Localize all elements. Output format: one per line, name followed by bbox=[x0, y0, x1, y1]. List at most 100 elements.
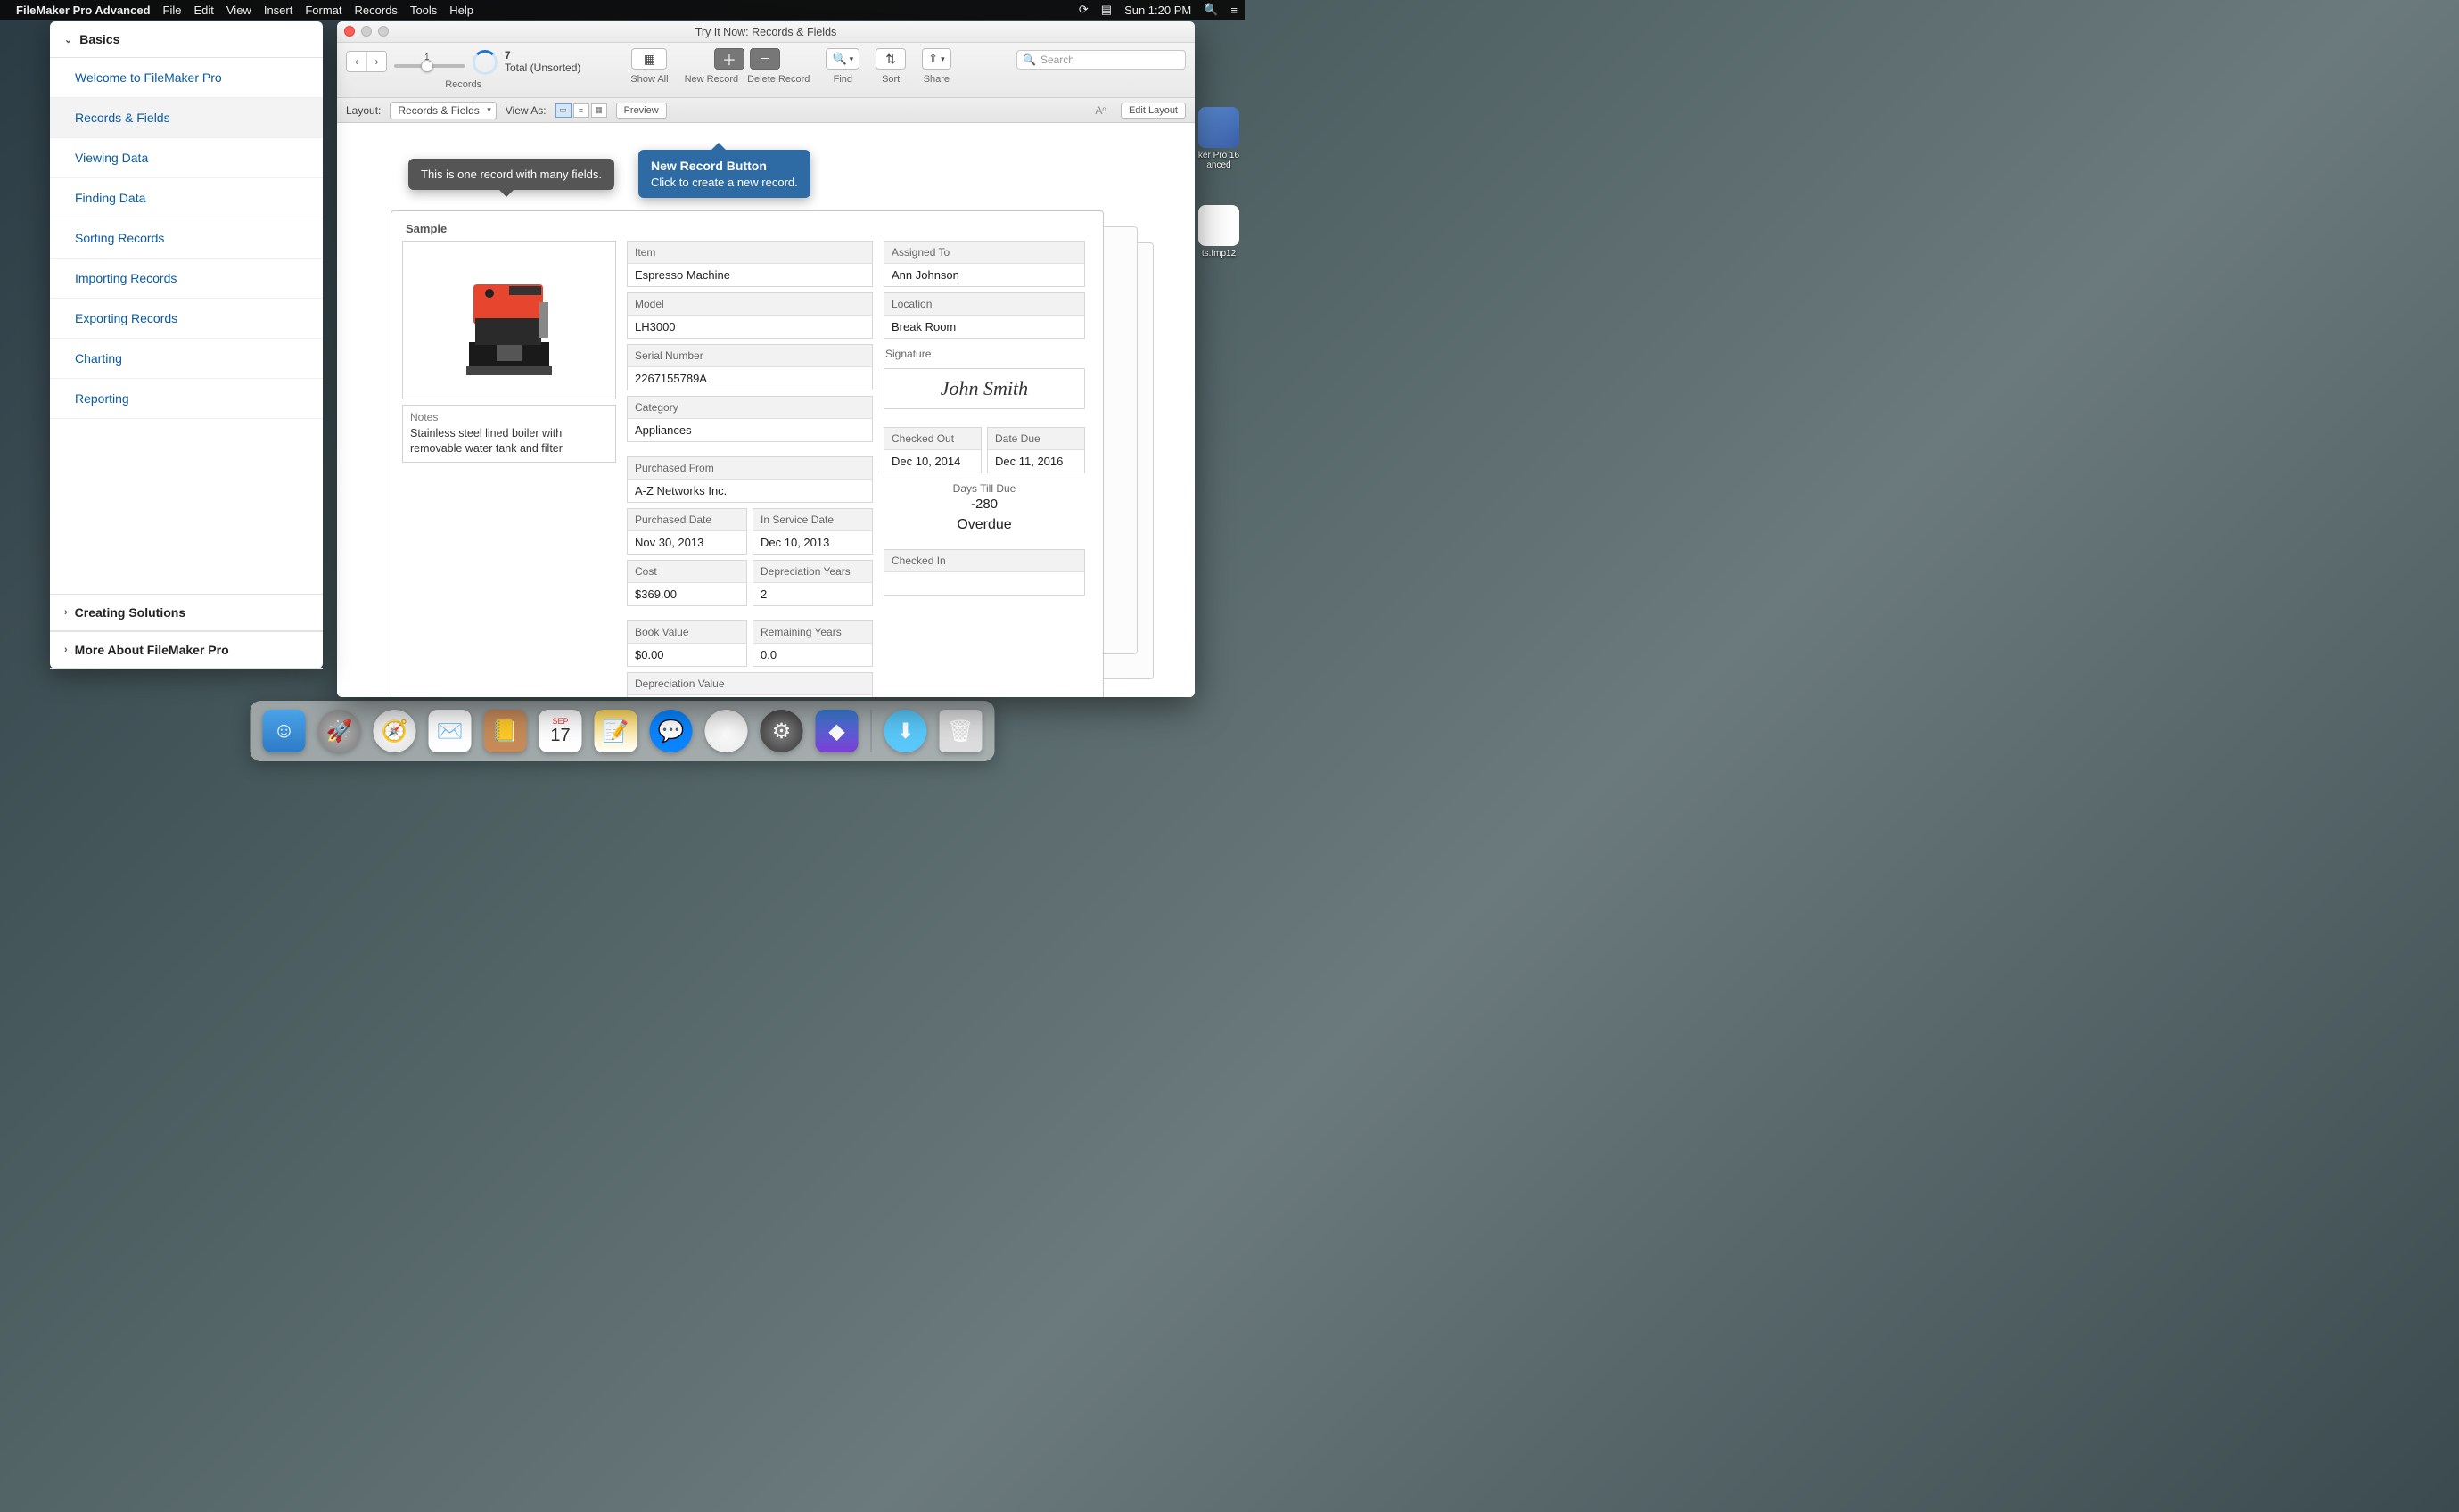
delete-record-button[interactable]: － bbox=[750, 48, 780, 70]
app-name[interactable]: FileMaker Pro Advanced bbox=[16, 4, 151, 17]
field-assigned-to[interactable]: Assigned ToAnn Johnson bbox=[884, 241, 1085, 287]
field-remaining-years[interactable]: Remaining Years0.0 bbox=[753, 620, 873, 667]
app-folder-icon bbox=[1198, 107, 1239, 148]
close-button[interactable] bbox=[344, 26, 355, 37]
help-item-records-fields[interactable]: Records & Fields bbox=[50, 98, 323, 138]
field-in-service-date[interactable]: In Service DateDec 10, 2013 bbox=[753, 508, 873, 555]
view-as-label: View As: bbox=[506, 104, 547, 117]
record-card: Sample bbox=[391, 210, 1104, 697]
sort-button[interactable]: ⇅ bbox=[876, 48, 906, 70]
menu-extras-icon[interactable]: ≡ bbox=[1230, 4, 1238, 17]
show-all-button[interactable]: ▦ bbox=[631, 48, 667, 70]
field-item[interactable]: ItemEspresso Machine bbox=[627, 241, 873, 287]
menu-edit[interactable]: Edit bbox=[193, 4, 213, 17]
share-icon: ⇧ bbox=[928, 52, 938, 66]
record-nav: ‹ › bbox=[346, 51, 387, 72]
menu-tools[interactable]: Tools bbox=[410, 4, 437, 17]
desktop-icon-fmp-file[interactable]: ts.fmp12 bbox=[1193, 205, 1245, 259]
help-section-basics[interactable]: ⌄ Basics bbox=[50, 21, 323, 58]
tooltip-record-info: This is one record with many fields. bbox=[408, 159, 614, 190]
dock-downloads-icon[interactable]: ⬇ bbox=[884, 710, 927, 752]
edit-layout-button[interactable]: Edit Layout bbox=[1121, 103, 1186, 119]
share-button[interactable]: ⇧▾ bbox=[922, 48, 950, 70]
layout-label: Layout: bbox=[346, 104, 381, 117]
field-date-due[interactable]: Date DueDec 11, 2016 bbox=[987, 427, 1085, 473]
field-dep-years[interactable]: Depreciation Years2 bbox=[753, 560, 873, 606]
view-form-icon[interactable]: ▭ bbox=[555, 103, 572, 118]
signature-field[interactable]: John Smith bbox=[884, 368, 1085, 409]
status-toolbar: Layout: Records & Fields View As: ▭ ≡ ▦ … bbox=[337, 98, 1195, 123]
help-item-finding-data[interactable]: Finding Data bbox=[50, 178, 323, 218]
item-image[interactable] bbox=[402, 241, 616, 399]
minimize-button[interactable] bbox=[361, 26, 372, 37]
days-till-due: Days Till Due -280 Overdue bbox=[884, 479, 1085, 533]
signature-label: Signature bbox=[885, 348, 1085, 360]
dock-launchpad-icon[interactable]: 🚀 bbox=[318, 710, 361, 752]
prev-record-button[interactable]: ‹ bbox=[347, 52, 366, 71]
menu-insert[interactable]: Insert bbox=[264, 4, 293, 17]
toolbar: ‹ › 1 7 Total (Unsorted) Records ▦ Show … bbox=[337, 43, 1195, 98]
menu-view[interactable]: View bbox=[226, 4, 251, 17]
field-cost[interactable]: Cost$369.00 bbox=[627, 560, 747, 606]
progress-circle-icon bbox=[473, 50, 498, 75]
mirror-icon[interactable]: ⟳ bbox=[1079, 3, 1089, 17]
notes-field[interactable]: Notes Stainless steel lined boiler with … bbox=[402, 405, 616, 463]
field-category[interactable]: CategoryAppliances bbox=[627, 396, 873, 442]
tooltip-new-record: New Record Button Click to create a new … bbox=[638, 150, 810, 198]
menu-help[interactable]: Help bbox=[449, 4, 473, 17]
help-item-viewing-data[interactable]: Viewing Data bbox=[50, 138, 323, 178]
next-record-button[interactable]: › bbox=[366, 52, 386, 71]
dock-itunes-icon[interactable]: ♪ bbox=[705, 710, 748, 752]
dock-calendar-icon[interactable]: SEP17 bbox=[539, 710, 582, 752]
view-list-icon[interactable]: ≡ bbox=[573, 103, 589, 118]
menu-file[interactable]: File bbox=[163, 4, 182, 17]
spotlight-icon[interactable]: 🔍 bbox=[1204, 3, 1218, 17]
dock-filemaker-icon[interactable]: ◆ bbox=[816, 710, 859, 752]
filemaker-window: Try It Now: Records & Fields ‹ › 1 7 Tot… bbox=[337, 21, 1195, 697]
dock-notes-icon[interactable]: 📝 bbox=[595, 710, 637, 752]
dock-trash-icon[interactable]: 🗑 bbox=[940, 710, 983, 752]
help-item-charting[interactable]: Charting bbox=[50, 339, 323, 379]
find-button[interactable]: 🔍▾ bbox=[826, 48, 859, 70]
record-slider[interactable]: 1 bbox=[394, 56, 465, 68]
dock-mail-icon[interactable]: ✉️ bbox=[429, 710, 472, 752]
titlebar[interactable]: Try It Now: Records & Fields bbox=[337, 21, 1195, 43]
dock-safari-icon[interactable]: 🧭 bbox=[374, 710, 416, 752]
field-location[interactable]: LocationBreak Room bbox=[884, 292, 1085, 339]
dock-messages-icon[interactable]: 💬 bbox=[650, 710, 693, 752]
field-purchased-from[interactable]: Purchased FromA-Z Networks Inc. bbox=[627, 456, 873, 503]
search-icon: 🔍 bbox=[1023, 53, 1036, 66]
menu-records[interactable]: Records bbox=[355, 4, 398, 17]
notification-icon[interactable]: ▤ bbox=[1101, 3, 1112, 17]
search-input[interactable]: 🔍 Search bbox=[1016, 50, 1186, 70]
help-item-sorting[interactable]: Sorting Records bbox=[50, 218, 323, 259]
field-serial[interactable]: Serial Number2267155789A bbox=[627, 344, 873, 390]
help-item-welcome[interactable]: Welcome to FileMaker Pro bbox=[50, 58, 323, 98]
new-record-button[interactable]: ＋ bbox=[714, 48, 744, 70]
menu-format[interactable]: Format bbox=[305, 4, 341, 17]
field-model[interactable]: ModelLH3000 bbox=[627, 292, 873, 339]
records-label: Records bbox=[445, 79, 481, 90]
maximize-button[interactable] bbox=[378, 26, 389, 37]
mac-menubar: FileMaker Pro Advanced File Edit View In… bbox=[0, 0, 1245, 20]
field-checked-in[interactable]: Checked In bbox=[884, 549, 1085, 596]
layout-dropdown[interactable]: Records & Fields bbox=[390, 102, 496, 119]
field-checked-out[interactable]: Checked OutDec 10, 2014 bbox=[884, 427, 982, 473]
dock-finder-icon[interactable]: ☺ bbox=[263, 710, 306, 752]
dock-contacts-icon[interactable]: 📒 bbox=[484, 710, 527, 752]
help-item-reporting[interactable]: Reporting bbox=[50, 379, 323, 419]
window-title: Try It Now: Records & Fields bbox=[337, 26, 1195, 38]
field-purchased-date[interactable]: Purchased DateNov 30, 2013 bbox=[627, 508, 747, 555]
preview-button[interactable]: Preview bbox=[616, 103, 667, 119]
field-book-value[interactable]: Book Value$0.00 bbox=[627, 620, 747, 667]
help-item-importing[interactable]: Importing Records bbox=[50, 259, 323, 299]
clock[interactable]: Sun 1:20 PM bbox=[1124, 4, 1191, 17]
field-dep-value[interactable]: Depreciation Value$369.00 bbox=[627, 672, 873, 697]
desktop-icon-filemaker-app[interactable]: ker Pro 16 anced bbox=[1193, 107, 1245, 170]
help-section-creating[interactable]: › Creating Solutions bbox=[50, 594, 323, 631]
help-item-exporting[interactable]: Exporting Records bbox=[50, 299, 323, 339]
view-table-icon[interactable]: ▦ bbox=[591, 103, 607, 118]
dock-settings-icon[interactable]: ⚙ bbox=[761, 710, 803, 752]
text-size-icon[interactable]: Aᵅ bbox=[1095, 104, 1106, 117]
help-section-more-about[interactable]: › More About FileMaker Pro bbox=[50, 631, 323, 669]
